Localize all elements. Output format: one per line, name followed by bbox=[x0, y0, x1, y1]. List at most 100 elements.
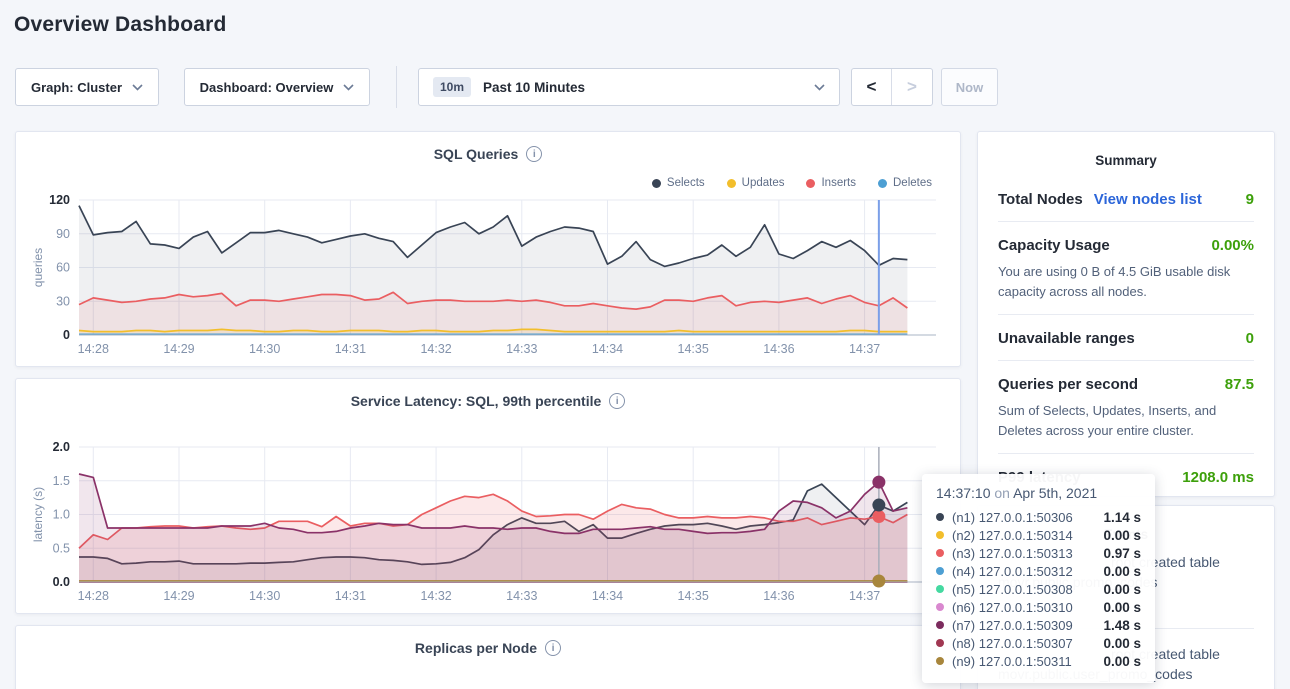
tooltip-node-row: (n2) 127.0.0.1:503140.00 s bbox=[936, 526, 1141, 544]
page-title: Overview Dashboard bbox=[14, 13, 227, 37]
svg-text:14:35: 14:35 bbox=[678, 342, 709, 356]
graph-dropdown[interactable]: Graph: Cluster bbox=[15, 68, 159, 106]
summary-row: Capacity Usage 0.00% You are using 0 B of … bbox=[998, 222, 1254, 315]
node-address: (n8) 127.0.0.1:50307 bbox=[952, 636, 1073, 651]
chart-hover-tooltip: 14:37:10 on Apr 5th, 2021 (n1) 127.0.0.1… bbox=[922, 474, 1155, 683]
svg-text:14:28: 14:28 bbox=[78, 589, 109, 603]
svg-text:14:37: 14:37 bbox=[849, 342, 880, 356]
sql-queries-panel: SQL Queries i SelectsUpdatesInsertsDelet… bbox=[15, 131, 961, 367]
svg-text:latency (s): latency (s) bbox=[31, 487, 45, 542]
svg-text:14:29: 14:29 bbox=[163, 342, 194, 356]
chevron-down-icon bbox=[132, 84, 143, 91]
summary-value: 0 bbox=[1246, 330, 1254, 347]
node-color-dot bbox=[936, 531, 944, 539]
summary-description: Sum of Selects, Updates, Inserts, and De… bbox=[998, 401, 1254, 440]
node-color-dot bbox=[936, 585, 944, 593]
summary-row: Queries per second 87.5 Sum of Selects, Up… bbox=[998, 361, 1254, 454]
svg-text:1.5: 1.5 bbox=[53, 474, 70, 488]
node-latency-value: 1.48 s bbox=[1103, 618, 1141, 633]
summary-label: Unavailable ranges bbox=[998, 330, 1135, 347]
time-range-selector[interactable]: 10m Past 10 Minutes bbox=[418, 68, 840, 106]
tooltip-node-row: (n5) 127.0.0.1:503080.00 s bbox=[936, 580, 1141, 598]
dashboard-dropdown[interactable]: Dashboard: Overview bbox=[184, 68, 370, 106]
summary-rows: Total Nodes View nodes list 9 Capacity Usag… bbox=[978, 168, 1274, 499]
node-latency-value: 0.00 s bbox=[1103, 654, 1141, 669]
svg-text:90: 90 bbox=[56, 227, 70, 241]
svg-text:14:32: 14:32 bbox=[420, 342, 451, 356]
svg-text:14:36: 14:36 bbox=[763, 342, 794, 356]
svg-text:2.0: 2.0 bbox=[53, 440, 70, 454]
svg-text:0.0: 0.0 bbox=[53, 575, 70, 589]
summary-row: Unavailable ranges 0 bbox=[998, 315, 1254, 361]
svg-text:14:31: 14:31 bbox=[335, 342, 366, 356]
tooltip-timestamp: 14:37:10 on Apr 5th, 2021 bbox=[936, 485, 1141, 501]
node-address: (n7) 127.0.0.1:50309 bbox=[952, 618, 1073, 633]
node-latency-value: 0.00 s bbox=[1103, 600, 1141, 615]
time-range-arrows: < > bbox=[851, 68, 933, 106]
controls-divider bbox=[396, 66, 397, 108]
tooltip-node-row: (n1) 127.0.0.1:50306 1.14 s bbox=[936, 508, 1141, 526]
summary-label: Capacity Usage bbox=[998, 237, 1110, 254]
info-icon[interactable]: i bbox=[545, 640, 561, 656]
svg-text:14:33: 14:33 bbox=[506, 589, 537, 603]
node-color-dot bbox=[936, 621, 944, 629]
node-latency-value: 0.00 s bbox=[1103, 636, 1141, 651]
svg-text:14:29: 14:29 bbox=[163, 589, 194, 603]
node-color-dot bbox=[936, 603, 944, 611]
svg-text:14:30: 14:30 bbox=[249, 342, 280, 356]
summary-description: You are using 0 B of 4.5 GiB usable disk… bbox=[998, 262, 1254, 301]
time-range-badge: 10m bbox=[433, 77, 471, 97]
svg-text:60: 60 bbox=[56, 261, 70, 275]
summary-value: 87.5 bbox=[1225, 376, 1254, 393]
svg-text:120: 120 bbox=[49, 193, 70, 207]
tooltip-node-row: (n7) 127.0.0.1:50309 1.48 s bbox=[936, 616, 1141, 634]
summary-value: 1208.0 ms bbox=[1182, 469, 1254, 486]
svg-text:14:32: 14:32 bbox=[420, 589, 451, 603]
sql-queries-chart[interactable]: 14:2814:2914:3014:3114:3214:3314:3414:35… bbox=[16, 132, 962, 368]
service-latency-chart[interactable]: 14:2814:2914:3014:3114:3214:3314:3414:35… bbox=[16, 379, 962, 615]
node-color-dot bbox=[936, 639, 944, 647]
tooltip-node-row: (n8) 127.0.0.1:50307 0.00 s bbox=[936, 634, 1141, 652]
node-address: (n1) 127.0.0.1:50306 bbox=[952, 510, 1073, 525]
replicas-title-row: Replicas per Node i bbox=[16, 640, 960, 656]
view-nodes-list-link[interactable]: View nodes list bbox=[1094, 191, 1202, 208]
node-color-dot bbox=[936, 657, 944, 665]
summary-panel: Summary Total Nodes View nodes list 9 Capac… bbox=[977, 131, 1275, 497]
summary-value: 0.00% bbox=[1211, 237, 1254, 254]
svg-text:14:35: 14:35 bbox=[678, 589, 709, 603]
svg-text:14:31: 14:31 bbox=[335, 589, 366, 603]
summary-value: 9 bbox=[1246, 191, 1254, 208]
tooltip-node-row: (n4) 127.0.0.1:503120.00 s bbox=[936, 562, 1141, 580]
prev-range-button[interactable]: < bbox=[852, 69, 892, 105]
node-address: (n9) 127.0.0.1:50311 bbox=[952, 654, 1072, 669]
node-color-dot bbox=[936, 513, 944, 521]
svg-text:14:30: 14:30 bbox=[249, 589, 280, 603]
svg-text:14:34: 14:34 bbox=[592, 342, 623, 356]
summary-label: Total Nodes bbox=[998, 191, 1083, 208]
summary-label: Queries per second bbox=[998, 376, 1138, 393]
overview-dashboard-page: Overview Dashboard Graph: Cluster Dashbo… bbox=[0, 0, 1290, 689]
tooltip-node-row: (n3) 127.0.0.1:503130.97 s bbox=[936, 544, 1141, 562]
node-address: (n6) 127.0.0.1:50310 bbox=[952, 600, 1073, 615]
chevron-left-icon: < bbox=[867, 77, 877, 97]
now-button[interactable]: Now bbox=[941, 68, 998, 106]
chevron-down-icon bbox=[343, 84, 354, 91]
node-latency-value: 1.14 s bbox=[1103, 510, 1141, 525]
node-latency-value: 0.00 s bbox=[1103, 528, 1141, 543]
summary-title: Summary bbox=[978, 132, 1274, 168]
node-color-dot bbox=[936, 567, 944, 575]
service-latency-panel: Service Latency: SQL, 99th percentile i … bbox=[15, 378, 961, 614]
node-address: (n4) 127.0.0.1:50312 bbox=[952, 564, 1073, 579]
node-latency-value: 0.97 s bbox=[1103, 546, 1141, 561]
svg-text:0: 0 bbox=[63, 328, 70, 342]
chevron-right-icon: > bbox=[907, 77, 917, 97]
time-range-label: Past 10 Minutes bbox=[483, 80, 585, 95]
node-address: (n5) 127.0.0.1:50308 bbox=[952, 582, 1073, 597]
dashboard-dropdown-label: Dashboard: Overview bbox=[200, 80, 334, 95]
chevron-down-icon bbox=[814, 84, 825, 91]
svg-text:0.5: 0.5 bbox=[53, 541, 70, 555]
summary-row: Total Nodes View nodes list 9 bbox=[998, 176, 1254, 222]
next-range-button[interactable]: > bbox=[892, 69, 932, 105]
svg-text:14:37: 14:37 bbox=[849, 589, 880, 603]
svg-text:queries: queries bbox=[31, 248, 45, 287]
